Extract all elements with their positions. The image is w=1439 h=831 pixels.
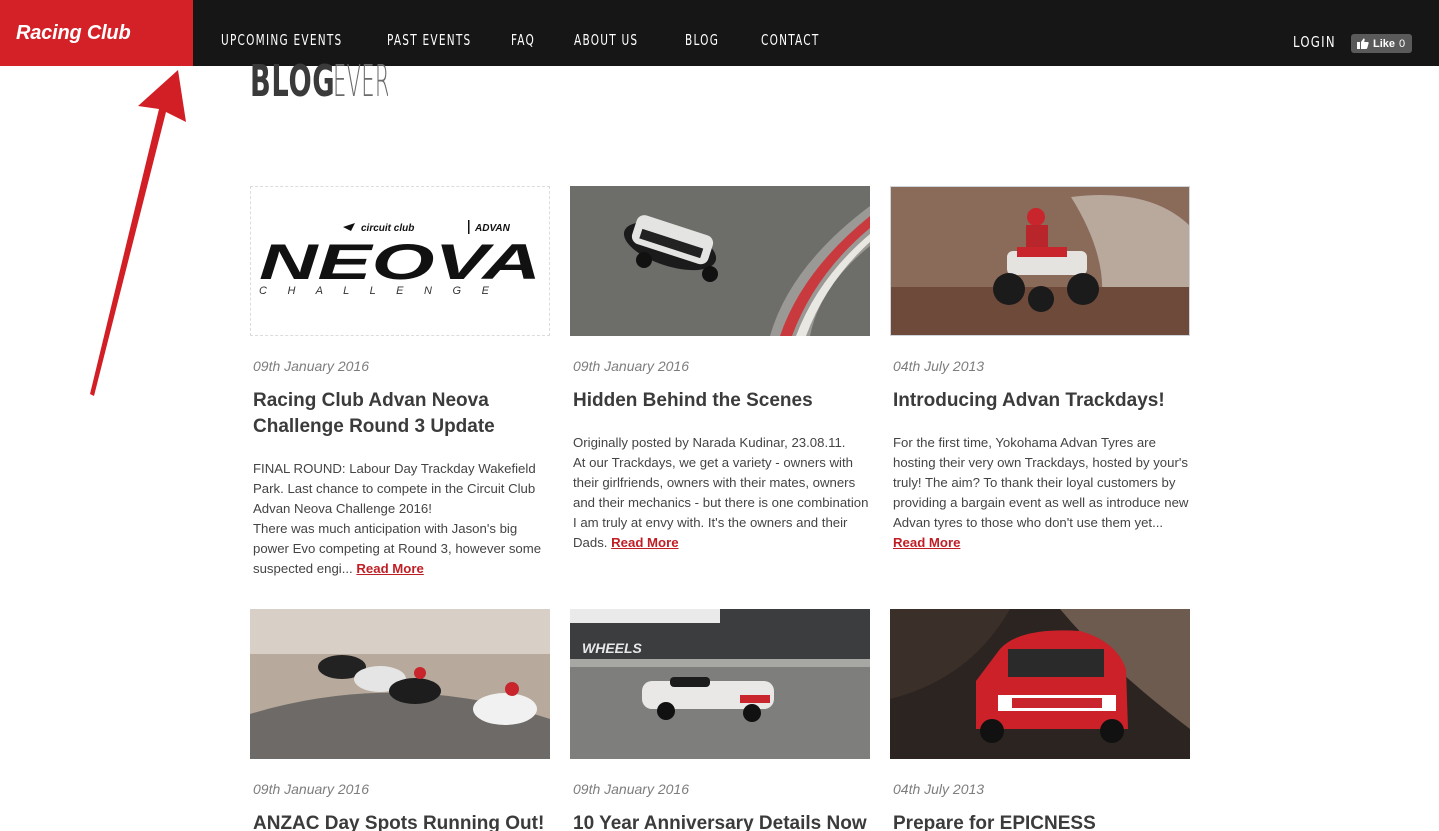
blog-card-title[interactable]: Racing Club Advan Neova Challenge Round … — [253, 388, 549, 440]
blog-card-date: 09th January 2016 — [573, 358, 689, 374]
blog-card-excerpt-text: For the first time, Yokohama Advan Tyres… — [893, 435, 1189, 530]
blog-card-date: 04th July 2013 — [893, 358, 985, 374]
login-link[interactable]: LOGIN — [1293, 33, 1336, 51]
blog-card-excerpt: Originally posted by Narada Kudinar, 23.… — [573, 433, 869, 553]
svg-text:C H A L L E N G E: C H A L L E N G E — [259, 285, 490, 297]
blog-card-date: 09th January 2016 — [573, 781, 689, 797]
race-car-photo — [570, 186, 870, 336]
blog-card-title[interactable]: Prepare for EPICNESS — [893, 811, 1189, 831]
quad-bike-photo — [891, 187, 1189, 335]
blog-card-excerpt-text: FINAL ROUND: Labour Day Trackday Wakefie… — [253, 461, 542, 576]
site-logo[interactable]: Racing Club — [0, 0, 193, 66]
blog-card-title[interactable]: ANZAC Day Spots Running Out! — [253, 811, 549, 831]
svg-text:circuit club: circuit club — [361, 223, 414, 234]
blog-card-title[interactable]: Hidden Behind the Scenes — [573, 388, 869, 414]
blog-card-excerpt: FINAL ROUND: Labour Day Trackday Wakefie… — [253, 459, 549, 579]
blog-card-image[interactable]: circuit club ADVAN NEOVA C H A L L E N G… — [250, 186, 550, 336]
rally-car-photo — [890, 609, 1190, 759]
blog-card-excerpt-text: Originally posted by Narada Kudinar, 23.… — [573, 435, 869, 550]
blog-card: 09th January 2016 ANZAC Day Spots Runnin… — [250, 609, 550, 831]
blog-card-image[interactable]: WHEELS — [570, 609, 870, 759]
neova-challenge-logo: circuit club ADVAN NEOVA C H A L L E N G… — [259, 220, 541, 297]
blog-card-image[interactable] — [890, 609, 1190, 759]
page-heading: BLOG EVERYTHING ABOUT RACING CLUB — [250, 56, 388, 112]
blog-card-excerpt: For the first time, Yokohama Advan Tyres… — [893, 433, 1189, 553]
nav-upcoming-events[interactable]: UPCOMING EVENTS — [221, 31, 342, 49]
nav-faq[interactable]: FAQ — [511, 31, 535, 49]
blog-card-date: 04th July 2013 — [893, 781, 985, 797]
top-nav-bar: Racing Club UPCOMING EVENTS PAST EVENTS … — [0, 0, 1439, 66]
read-more-link[interactable]: Read More — [356, 561, 423, 576]
like-count: 0 — [1399, 37, 1406, 50]
facebook-like-button[interactable]: Like 0 — [1351, 34, 1412, 53]
svg-text:NEOVA: NEOVA — [259, 234, 541, 290]
blog-card: 04th July 2013 Introducing Advan Trackda… — [890, 186, 1190, 550]
wheels-sign-text: WHEELS — [582, 640, 643, 656]
site-logo-text: Racing Club — [16, 21, 131, 44]
thumbs-up-icon — [1357, 38, 1369, 49]
blog-card-date: 09th January 2016 — [253, 781, 369, 797]
like-label: Like — [1373, 37, 1396, 50]
prototype-car-photo: WHEELS — [570, 609, 870, 759]
nav-about-us[interactable]: ABOUT US — [574, 31, 638, 49]
blog-card: circuit club ADVAN NEOVA C H A L L E N G… — [250, 186, 550, 576]
motorcycles-photo — [250, 609, 550, 759]
nav-contact[interactable]: CONTACT — [761, 31, 820, 49]
nav-past-events[interactable]: PAST EVENTS — [387, 31, 471, 49]
page-heading-subtitle: EVERYTHING ABOUT RACING CLUB — [333, 56, 388, 107]
blog-card-date: 09th January 2016 — [253, 358, 369, 374]
blog-card-title[interactable]: Introducing Advan Trackdays! — [893, 388, 1189, 414]
blog-card: 04th July 2013 Prepare for EPICNESS — [890, 609, 1190, 831]
read-more-link[interactable]: Read More — [611, 535, 678, 550]
page-heading-strong: BLOG — [250, 56, 336, 107]
read-more-link[interactable]: Read More — [893, 535, 960, 550]
nav-blog[interactable]: BLOG — [685, 31, 719, 49]
blog-card-image[interactable] — [570, 186, 870, 336]
blog-card-title[interactable]: 10 Year Anniversary Details Now — [573, 811, 869, 831]
svg-text:ADVAN: ADVAN — [474, 223, 511, 234]
blog-card: 09th January 2016 Hidden Behind the Scen… — [570, 186, 870, 550]
blog-card-image[interactable] — [250, 609, 550, 759]
red-arrow-icon — [90, 70, 186, 396]
blog-card-image[interactable] — [890, 186, 1190, 336]
blog-card: WHEELS 09th January 2016 10 Year Anniver… — [570, 609, 870, 831]
